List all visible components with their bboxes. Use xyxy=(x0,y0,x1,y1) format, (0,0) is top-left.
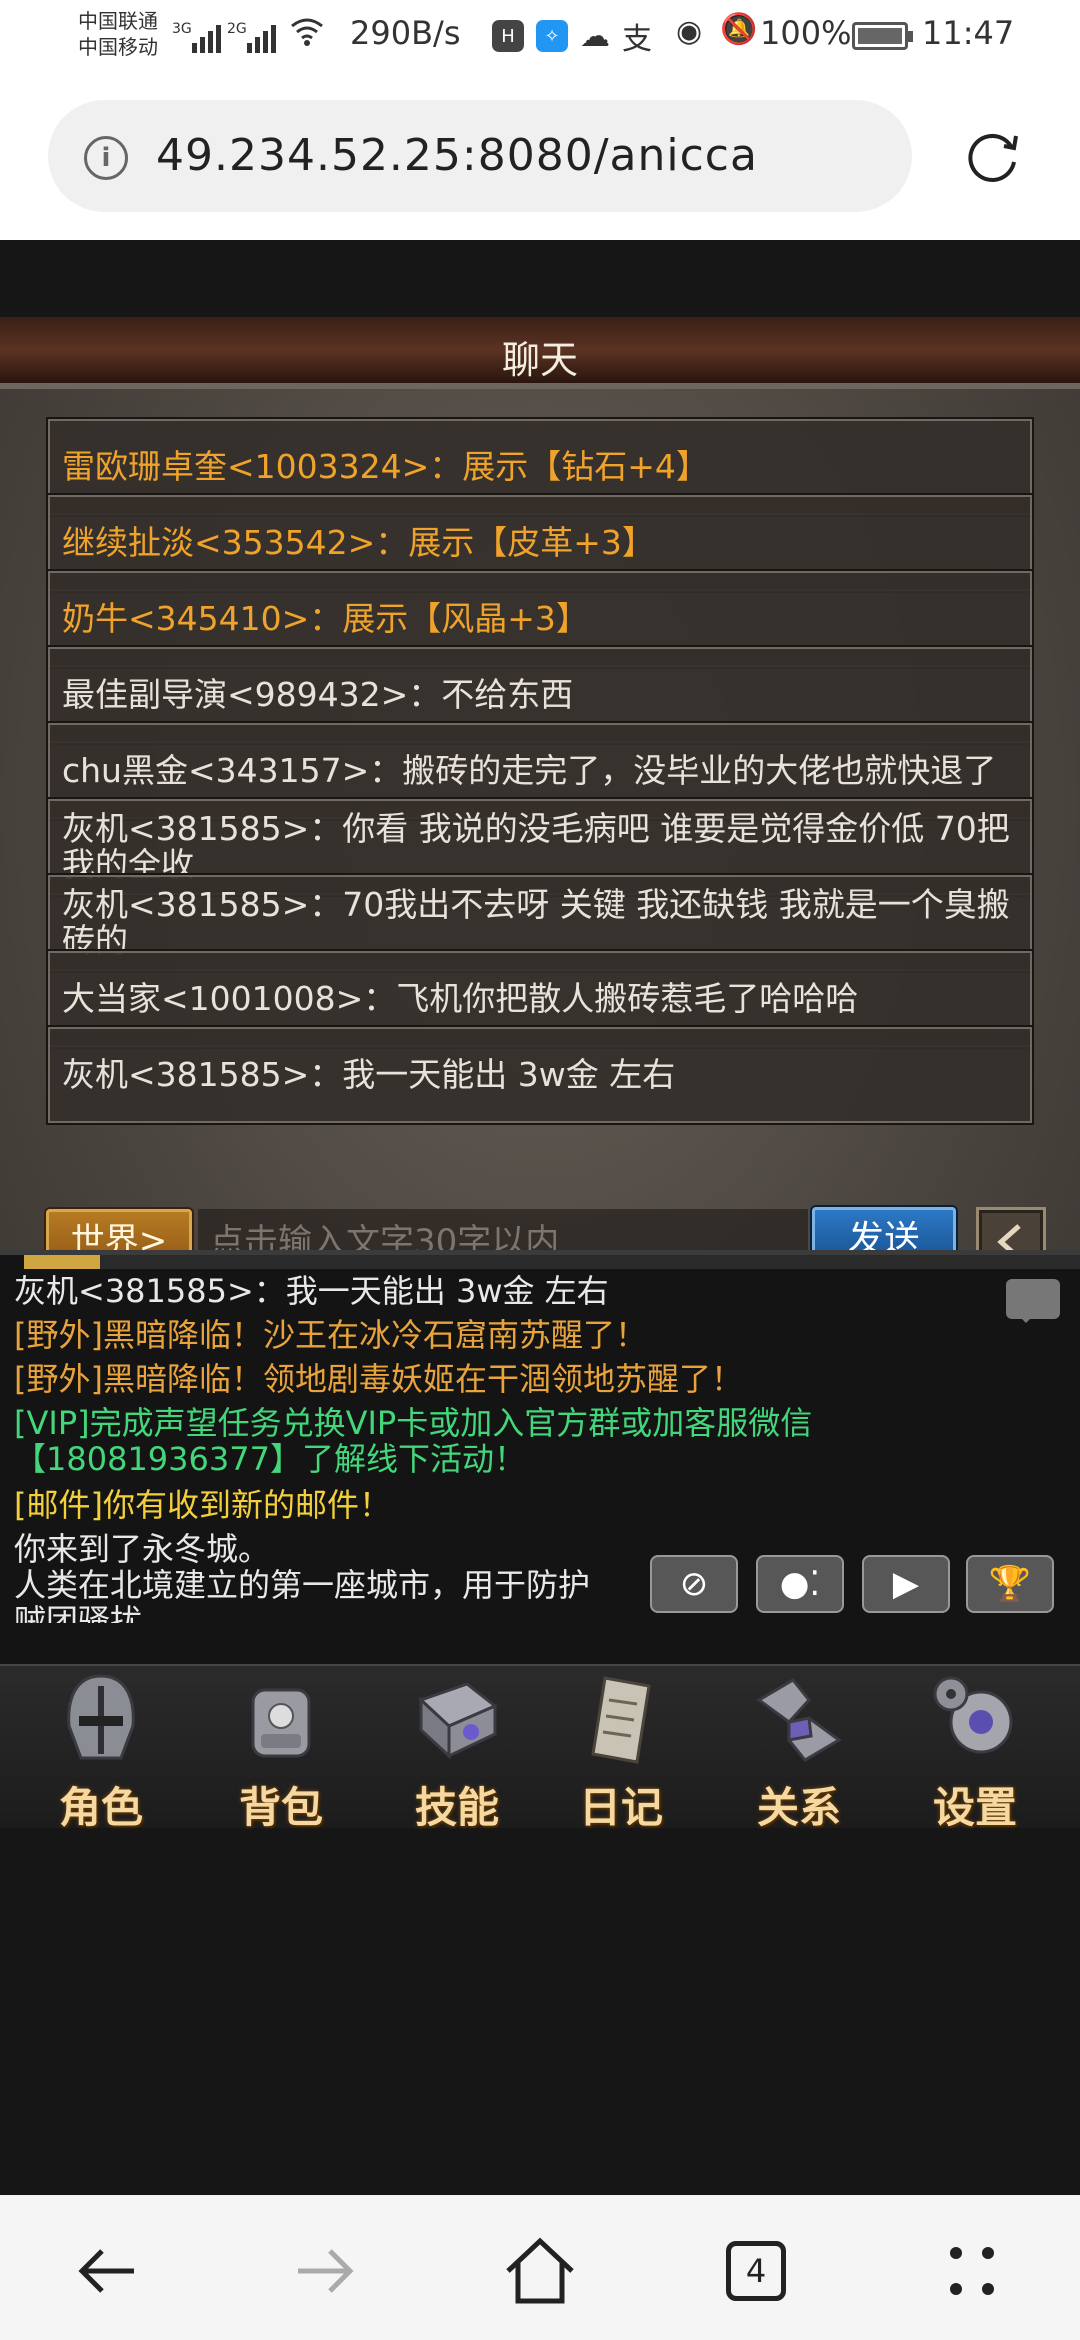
more-menu-icon[interactable] xyxy=(932,2231,1012,2311)
chat-message: 灰机<381585>：我一天能出 3w金 左右 xyxy=(46,1025,1034,1125)
mute-bell-icon: 🔕 xyxy=(720,12,758,47)
tab-count: 4 xyxy=(726,2241,786,2301)
clock: 11:47 xyxy=(922,14,1015,52)
log-line: 灰机<381585>：我一天能出 3w金 左右 xyxy=(14,1272,609,1310)
menu-label: 背包 xyxy=(238,1783,323,1832)
log-line: 人类在北境建立的第一座城市，用于防护 xyxy=(14,1566,591,1604)
status-bar: 中国联通 中国移动 3G 2G 290B/s H ✧ ☁ 支 ◉ 🔕 100% … xyxy=(0,0,1080,72)
compass-button[interactable]: ⊘ xyxy=(650,1555,738,1613)
menu-label: 角色 xyxy=(58,1783,143,1832)
menu-backpack[interactable]: 背包 xyxy=(196,1670,366,1832)
chat-title-bar: 聊天 xyxy=(0,317,1080,389)
signal-3g-icon: 3G xyxy=(172,21,221,53)
bulb-icon: ✧ xyxy=(536,20,568,52)
play-icon: ▶ xyxy=(892,1564,920,1604)
handshake-icon xyxy=(756,1678,842,1762)
log-tabs-rule xyxy=(100,1255,1080,1269)
url-text[interactable]: 49.234.52.25:8080/anicca xyxy=(156,130,758,181)
menu-label: 设置 xyxy=(932,1783,1017,1832)
chat-title: 聊天 xyxy=(501,338,578,382)
browser-bottom-nav: 4 xyxy=(0,2195,1080,2340)
signal-3g-tag: 3G xyxy=(172,21,192,37)
log-tab-active[interactable] xyxy=(24,1255,100,1269)
log-line: [野外]黑暗降临！沙王在冰冷石窟南苏醒了！ xyxy=(14,1316,647,1354)
chat-message-text: 灰机<381585>：我一天能出 3w金 左右 xyxy=(62,1055,676,1094)
browser-toolbar: i 49.234.52.25:8080/anicca xyxy=(0,72,1080,240)
tabs-button[interactable]: 4 xyxy=(716,2231,796,2311)
forward-arrow-icon[interactable] xyxy=(284,2231,364,2311)
gear-icon xyxy=(933,1676,1013,1754)
alipay-icon: 支 xyxy=(622,22,652,57)
play-button[interactable]: ▶ xyxy=(862,1555,950,1613)
carrier-unicom: 中国联通 xyxy=(78,9,158,33)
wifi-icon xyxy=(290,16,324,53)
trophy-button[interactable]: 🏆 xyxy=(966,1555,1054,1613)
compass-icon: ⊘ xyxy=(679,1564,709,1604)
trophy-icon: 🏆 xyxy=(988,1564,1032,1604)
carrier-info: 中国联通 中国移动 xyxy=(78,8,158,60)
battery-icon xyxy=(852,22,913,50)
chat-bubble-icon[interactable] xyxy=(1006,1279,1060,1323)
log-line: [邮件]你有收到新的邮件！ xyxy=(14,1486,391,1524)
menu-settings[interactable]: 设置 xyxy=(890,1670,1060,1832)
notification-icons: H ✧ ☁ 支 xyxy=(492,14,652,58)
helmet-icon xyxy=(67,1674,135,1760)
carrier-mobile: 中国移动 xyxy=(78,35,158,59)
back-arrow-icon[interactable] xyxy=(68,2231,148,2311)
log-line: 你来到了永冬城。 xyxy=(14,1530,271,1568)
backpack-icon xyxy=(251,1688,311,1758)
log-line: [VIP]完成声望任务兑换VIP卡或加入官方群或加客服微信【1808193637… xyxy=(14,1404,813,1478)
spellbook-icon xyxy=(418,1682,498,1760)
signal-2g-tag: 2G xyxy=(227,21,247,37)
signal-2g-icon: 2G xyxy=(227,21,276,53)
wechat-icon: ☁ xyxy=(580,18,610,54)
log-line: 贼团骚扰 xyxy=(14,1603,143,1623)
home-icon[interactable] xyxy=(500,2231,580,2311)
menu-label: 日记 xyxy=(578,1783,663,1832)
menu-skills[interactable]: 技能 xyxy=(372,1670,542,1832)
eye-icon: ◉ xyxy=(676,14,703,49)
menu-label: 技能 xyxy=(414,1783,499,1832)
game-menu-bar: 角色 背包 技能 日记 关系 设置 xyxy=(0,1664,1080,1832)
minimap-button[interactable]: ●⁚ xyxy=(756,1555,844,1613)
signal-group: 3G 2G xyxy=(172,16,324,53)
log-line: [野外]黑暗降临！领地剧毒妖姬在干涸领地苏醒了！ xyxy=(14,1360,743,1398)
menu-label: 关系 xyxy=(756,1783,841,1832)
reload-icon[interactable] xyxy=(960,124,1024,188)
address-bar[interactable]: i 49.234.52.25:8080/anicca xyxy=(48,100,912,212)
game-canvas: 聊天 雷欧珊卓奎<1003324>：展示【钻石+4】 继续扯淡<353542>：… xyxy=(0,240,1080,2195)
scroll-icon xyxy=(591,1676,651,1764)
battery-percent: 100% xyxy=(760,14,852,52)
menu-journal[interactable]: 日记 xyxy=(536,1670,706,1832)
huawei-icon: H xyxy=(492,20,524,52)
menu-character[interactable]: 角色 xyxy=(16,1670,186,1832)
info-icon[interactable]: i xyxy=(84,136,128,180)
dots-icon: ●⁚ xyxy=(779,1564,821,1604)
menu-relations[interactable]: 关系 xyxy=(714,1670,884,1832)
network-speed: 290B/s xyxy=(350,14,461,52)
system-log-panel: 灰机<381585>：我一天能出 3w金 左右 [野外]黑暗降临！沙王在冰冷石窟… xyxy=(0,1250,1080,1665)
